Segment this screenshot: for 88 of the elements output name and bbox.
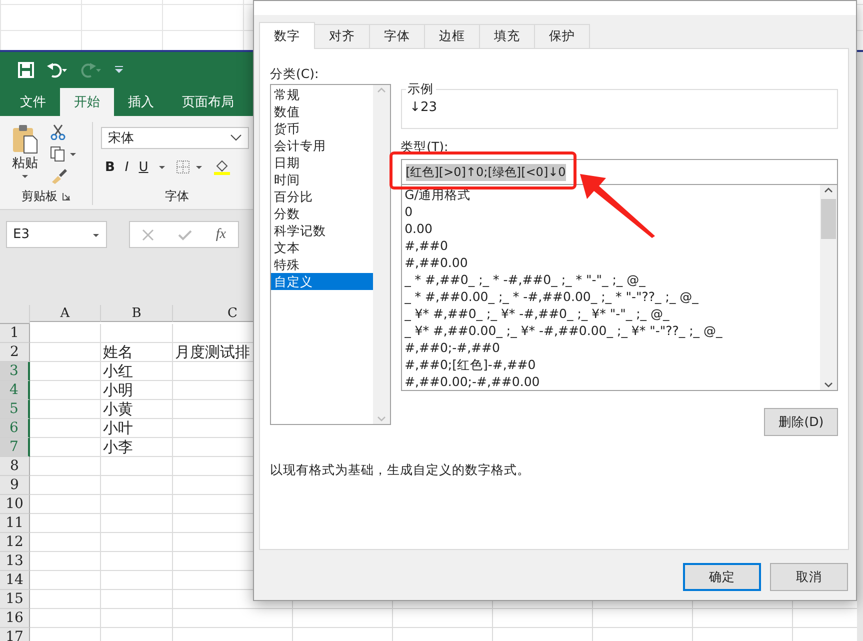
row-header[interactable]: 14 (0, 571, 30, 590)
row-header[interactable]: 9 (0, 476, 30, 495)
table-cell: 姓名 (101, 343, 173, 362)
format-item[interactable]: _ * #,##0.00_ ;_ * -#,##0.00_ ;_ * "-"??_ ;_ @_ (402, 288, 820, 305)
category-label: 分类(C): (270, 66, 320, 83)
row-header[interactable]: 1 (0, 324, 30, 343)
row-header[interactable]: 15 (0, 590, 30, 609)
row-header[interactable]: 2 (0, 343, 30, 362)
category-item[interactable]: 自定义 (271, 273, 373, 290)
category-item[interactable]: 时间 (271, 171, 373, 188)
row-header[interactable]: 6 (0, 419, 30, 438)
group-label: 剪贴板 (22, 188, 58, 205)
bold-button[interactable]: B (105, 160, 115, 174)
category-item[interactable]: 文本 (271, 239, 373, 256)
save-icon[interactable] (18, 62, 34, 78)
empty-cell (101, 590, 173, 609)
row-header[interactable]: 7 (0, 438, 30, 457)
sample-group: 示例 ↓23 (400, 81, 838, 129)
row-header[interactable]: 3 (0, 362, 30, 381)
clipboard-icon (12, 124, 38, 154)
row-header[interactable]: 16 (0, 609, 30, 628)
column-header[interactable]: A (30, 305, 101, 322)
checkmark-icon[interactable] (178, 228, 192, 240)
table-cell: 小李 (101, 438, 173, 457)
category-item[interactable]: 百分比 (271, 188, 373, 205)
table-cell: 小叶 (101, 419, 173, 438)
format-item[interactable]: #,##0.00;-#,##0.00 (402, 373, 820, 390)
ribbon-tab[interactable]: 开始 (60, 88, 114, 116)
font-dropdown[interactable]: 宋体 (101, 127, 249, 149)
category-item[interactable]: 日期 (271, 154, 373, 171)
dialog-tab[interactable]: 保护 (534, 24, 590, 48)
dialog-button[interactable]: 确定 (683, 563, 761, 591)
category-item[interactable]: 货币 (271, 120, 373, 137)
row-header[interactable]: 11 (0, 514, 30, 533)
dialog-tab[interactable]: 数字 (259, 22, 315, 49)
delete-button[interactable]: 删除(D) (764, 408, 838, 436)
table-cell: 小红 (101, 362, 173, 381)
table-cell: 小明 (101, 381, 173, 400)
caret-icon (21, 172, 29, 180)
format-item[interactable]: _ ¥* #,##0.00_ ;_ ¥* -#,##0.00_ ;_ ¥* "-"??_ ;_ @_ (402, 322, 820, 339)
category-item[interactable]: 特殊 (271, 256, 373, 273)
category-item[interactable]: 科学记数 (271, 222, 373, 239)
description-text: 以现有格式为基础，生成自定义的数字格式。 (270, 462, 531, 479)
format-item[interactable]: _ * #,##0_ ;_ * -#,##0_ ;_ * "-"_ ;_ @_ (402, 271, 820, 288)
format-item[interactable]: 0 (402, 203, 820, 220)
undo-icon[interactable] (46, 62, 68, 78)
ribbon-tab[interactable]: 文件 (6, 88, 60, 116)
caret-icon (158, 163, 166, 171)
category-item[interactable]: 会计专用 (271, 137, 373, 154)
customize-caret-icon[interactable] (114, 65, 124, 75)
underline-button[interactable]: U (138, 160, 148, 174)
category-item[interactable]: 常规 (271, 86, 373, 103)
table-cell: 小黄 (101, 400, 173, 419)
category-item[interactable]: 分数 (271, 205, 373, 222)
row-header[interactable]: 8 (0, 457, 30, 476)
dialog-button[interactable]: 取消 (770, 563, 848, 591)
ribbon-tab[interactable]: 页面布局 (168, 88, 248, 116)
row-header[interactable]: 10 (0, 495, 30, 514)
format-item[interactable]: 0.00 (402, 220, 820, 237)
row-header[interactable]: 12 (0, 533, 30, 552)
scrollbar-thumb[interactable] (821, 199, 836, 239)
sample-value: ↓23 (410, 100, 438, 115)
fill-color-icon[interactable] (214, 159, 230, 175)
dialog-launcher-icon[interactable] (62, 192, 70, 201)
chevron-down-icon (230, 134, 242, 142)
paste-button[interactable]: 粘贴 (12, 124, 38, 180)
row-header[interactable]: 17 (0, 628, 30, 641)
row-header[interactable]: 5 (0, 400, 30, 419)
row-header[interactable]: 13 (0, 552, 30, 571)
borders-icon[interactable] (176, 160, 204, 174)
empty-cell (101, 609, 173, 628)
format-item[interactable]: #,##0;-#,##0 (402, 339, 820, 356)
format-item[interactable]: _ ¥* #,##0_ ;_ ¥* -#,##0_ ;_ ¥* "-"_ ;_ @_ (402, 305, 820, 322)
name-box[interactable]: E3 (6, 221, 107, 248)
group-label: 字体 (165, 188, 189, 205)
type-field[interactable]: [红色][>0]↑0;[绿色][<0]↓0 (400, 159, 838, 185)
row-header[interactable]: 4 (0, 381, 30, 400)
category-item[interactable]: 数值 (271, 103, 373, 120)
brush-icon[interactable] (50, 168, 68, 184)
format-item[interactable]: #,##0.00 (402, 254, 820, 271)
italic-button[interactable]: I (124, 160, 129, 174)
format-item[interactable]: #,##0 (402, 237, 820, 254)
format-item[interactable]: #,##0;[红色]-#,##0 (402, 356, 820, 373)
insert-function-button[interactable]: fx (216, 226, 226, 242)
copy-icon[interactable] (50, 146, 78, 162)
scissors-icon[interactable] (50, 124, 66, 140)
column-header[interactable]: B (101, 305, 173, 322)
ribbon-tab[interactable]: 插入 (114, 88, 168, 116)
